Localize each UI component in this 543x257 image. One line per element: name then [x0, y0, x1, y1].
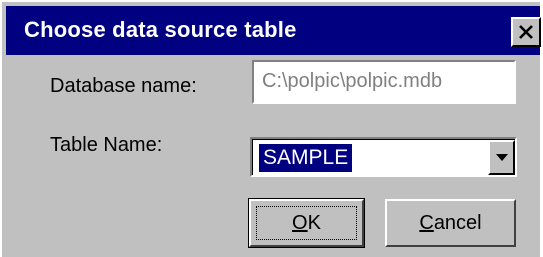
- table-name-select-frame: SAMPLE: [252, 139, 515, 175]
- cancel-button[interactable]: Cancel: [385, 199, 516, 247]
- database-name-label: Database name:: [50, 75, 197, 97]
- table-name-select[interactable]: SAMPLE: [250, 137, 517, 177]
- close-icon: [519, 25, 533, 39]
- table-name-dropdown-button[interactable]: [488, 140, 515, 175]
- table-name-selected-value: SAMPLE: [259, 144, 353, 172]
- database-name-field[interactable]: C:\polpic\polpic.mdb: [252, 60, 516, 104]
- choose-table-dialog: Choose data source table Database name: …: [0, 0, 541, 257]
- close-button[interactable]: [511, 17, 541, 47]
- ok-button[interactable]: OK: [248, 198, 365, 248]
- title-bar: Choose data source table: [6, 6, 541, 55]
- dialog-title: Choose data source table: [24, 17, 297, 42]
- ok-focus-rect: [256, 206, 357, 240]
- table-name-label: Table Name:: [50, 134, 163, 156]
- cancel-button-label: Cancel: [419, 211, 482, 234]
- chevron-down-icon: [495, 153, 508, 161]
